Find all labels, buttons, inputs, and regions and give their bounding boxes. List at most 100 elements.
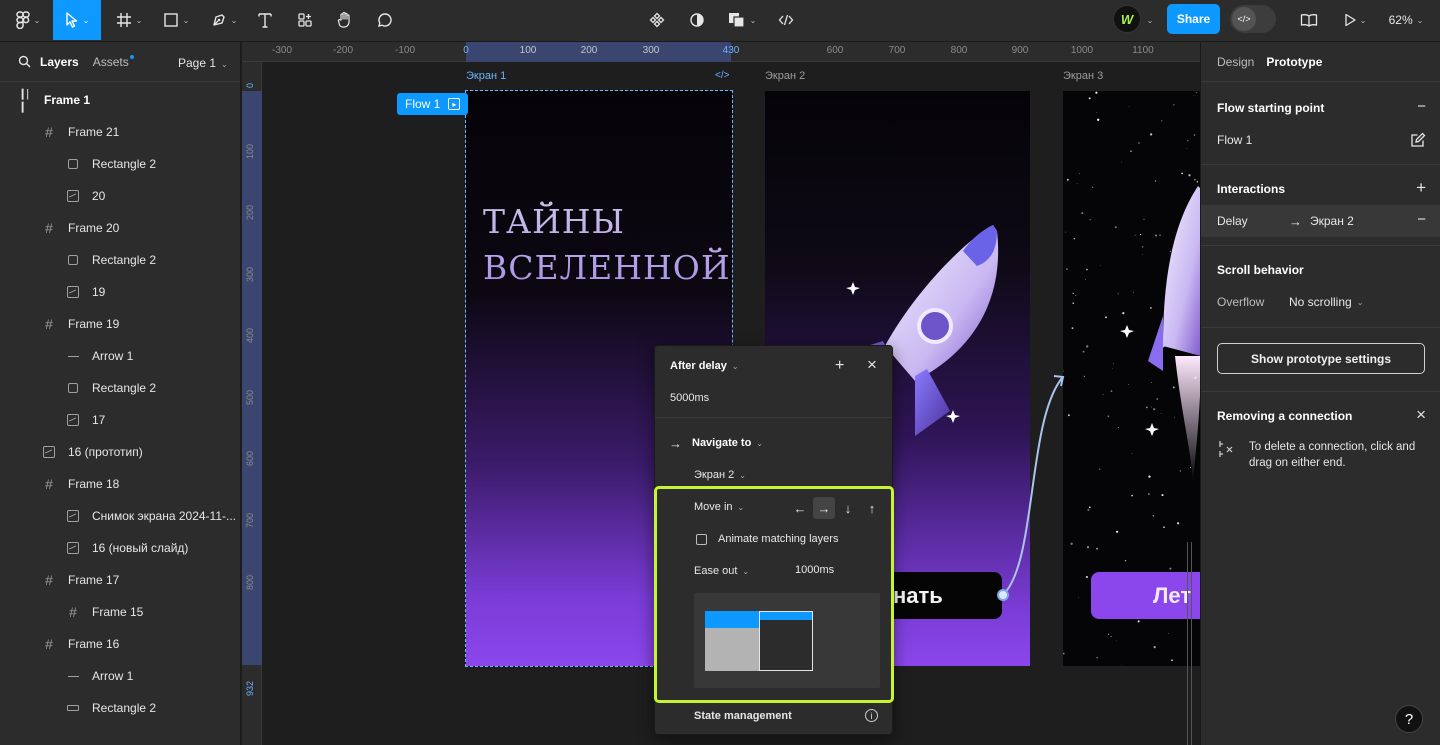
components-button[interactable] [643,0,671,40]
flow-starting-tag[interactable]: Flow 1 ▸ [397,93,469,115]
layer-item[interactable]: Arrow 1 [0,660,240,692]
easing-row[interactable]: Ease out ⌄ [655,561,892,581]
add-interaction-icon[interactable]: + [1416,178,1426,198]
frame-tool-button[interactable]: ⌄ [108,0,150,40]
layer-item[interactable]: 16 (новый слайд) [0,532,240,564]
edit-icon[interactable] [1410,132,1426,148]
tab-prototype[interactable]: Prototype [1266,55,1322,69]
animate-matching-checkbox[interactable] [696,533,707,545]
layer-item[interactable]: 20 [0,180,240,212]
overflow-row[interactable]: Overflow No scrolling ⌄ [1217,294,1426,310]
easing-dropdown[interactable]: Ease out [694,565,737,577]
contrast-button[interactable] [683,0,711,40]
frame-label-screen1[interactable]: Экран 1 [466,70,506,82]
code-button[interactable] [772,0,800,40]
direction-down-button[interactable]: ↓ [837,497,859,519]
layer-item[interactable]: Arrow 1 [0,340,240,372]
layer-item[interactable]: # Frame 21 [0,116,240,148]
delay-input[interactable]: 5000ms [670,392,709,404]
page-selector[interactable]: Page 1 ⌄ [178,56,228,70]
frame-label-screen3[interactable]: Экран 3 [1063,70,1103,82]
search-icon[interactable] [18,55,31,68]
library-button[interactable] [1294,0,1324,40]
duration-input[interactable]: 1000ms [795,564,834,576]
layer-item[interactable]: 19 [0,276,240,308]
prototype-connection-arrow[interactable] [992,362,1092,622]
toolbar: ⌄ ⌄ ⌄ ⌄ ⌄ ⌄ W ⌄ Share </> ⌄ 62% ⌄ [0,0,1440,42]
screen3-cta-button[interactable]: Лет [1091,572,1200,619]
pen-icon [212,14,225,26]
direction-up-button[interactable]: ↑ [861,497,883,519]
code-icon [778,14,794,26]
code-icon[interactable]: </> [715,70,729,81]
layer-item[interactable]: Rectangle 2 [0,244,240,276]
action-dropdown[interactable]: Navigate to [692,437,751,449]
delay-value[interactable]: 5000ms [655,388,892,408]
layer-label: Rectangle 2 [92,157,157,171]
layer-item[interactable]: 16 (прототип) [0,436,240,468]
destination-dropdown[interactable]: Экран 2 [694,469,734,481]
image-icon [66,285,80,299]
trigger-dropdown[interactable]: After delay [670,360,727,372]
text-tool-button[interactable] [250,0,280,40]
frame-icon: # [45,124,53,140]
hand-tool-button[interactable] [330,0,360,40]
layer-item[interactable]: # Frame 18 [0,468,240,500]
connection-handle[interactable] [997,589,1009,601]
frame-label-screen2[interactable]: Экран 2 [765,70,805,82]
show-prototype-settings-button[interactable]: Show prototype settings [1217,343,1425,374]
rectangle-icon [66,253,80,267]
layer-item[interactable]: Rectangle 2 [0,148,240,180]
share-button[interactable]: Share [1167,4,1220,34]
state-management-row[interactable]: State management [655,706,892,726]
destination-row[interactable]: Экран 2 ⌄ [655,465,892,485]
action-row[interactable]: → Navigate to ⌄ [655,433,892,453]
text-icon [258,13,272,28]
remove-interaction-icon[interactable]: − [1417,211,1426,228]
close-icon[interactable]: × [1416,405,1426,425]
screen2-cta-button[interactable]: нать [883,572,1002,619]
shape-tool-button[interactable]: ⌄ [155,0,197,40]
move-tool-button[interactable]: ⌄ [53,0,101,40]
layer-item[interactable]: Снимок экрана 2024-11-... [0,500,240,532]
interaction-row-content[interactable]: Delay → Экран 2 [1217,213,1426,229]
tab-design[interactable]: Design [1217,55,1254,69]
layer-item[interactable]: # Frame 15 [0,596,240,628]
play-flow-icon[interactable]: ▸ [448,98,461,110]
avatar-menu-chevron[interactable]: ⌄ [1141,0,1155,40]
zoom-menu[interactable]: 62% ⌄ [1384,0,1428,40]
help-button[interactable]: ? [1395,705,1423,733]
dev-mode-toggle[interactable]: </> [1230,5,1276,33]
layer-item[interactable]: Rectangle 2 [0,372,240,404]
direction-left-button[interactable]: ← [789,497,811,519]
animate-matching-row[interactable]: Animate matching layers [655,529,892,549]
overflow-dropdown[interactable]: No scrolling [1289,295,1352,309]
layer-item[interactable]: # Frame 20 [0,212,240,244]
close-icon[interactable]: × [867,355,877,375]
tab-layers[interactable]: Layers [40,55,79,69]
add-icon[interactable]: + [835,357,844,375]
pen-tool-button[interactable]: ⌄ [202,0,246,40]
layer-item[interactable]: ❙|❙ Frame 1 [0,84,240,116]
layer-item[interactable]: # Frame 16 [0,628,240,660]
comment-tool-button[interactable] [370,0,400,40]
info-icon[interactable]: i [865,709,878,722]
flow-name[interactable]: Flow 1 [1217,133,1252,147]
main-menu-button[interactable]: ⌄ [6,0,50,40]
user-avatar[interactable]: W [1113,5,1141,33]
minus-icon[interactable]: − [1417,98,1426,115]
trigger-row[interactable]: After delay ⌄ [655,356,892,376]
direction-right-button[interactable]: → [813,497,835,519]
layer-item[interactable]: # Frame 19 [0,308,240,340]
tab-assets-label: Assets [92,54,129,69]
flow-row[interactable]: Flow 1 [1217,132,1426,148]
resources-button[interactable] [290,0,320,40]
layer-item[interactable]: # Frame 17 [0,564,240,596]
layer-item[interactable]: 17 [0,404,240,436]
animation-dropdown[interactable]: Move in [694,501,733,513]
layer-item[interactable]: Rectangle 2 [0,692,240,724]
tab-assets[interactable]: Assets [92,54,134,69]
components-icon [649,12,665,28]
present-button[interactable]: ⌄ [1338,0,1372,40]
boolean-button[interactable]: ⌄ [722,0,762,40]
